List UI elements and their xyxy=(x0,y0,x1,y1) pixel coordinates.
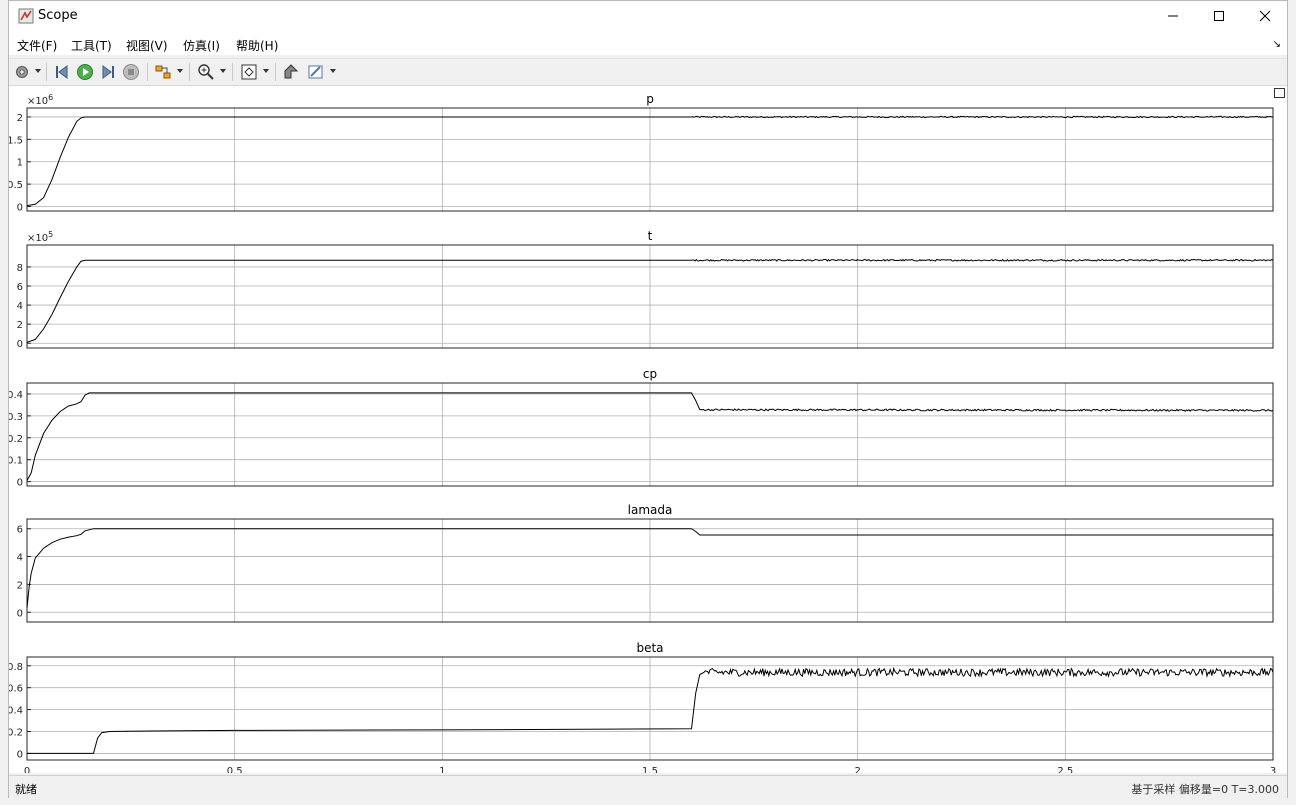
y-tick-label: 0.8 xyxy=(9,662,23,673)
y-tick-label: 1.5 xyxy=(9,135,23,146)
menu-help[interactable]: 帮助(H) xyxy=(236,37,278,54)
y-tick-label: 0 xyxy=(17,608,23,619)
x-tick-label: 0.5 xyxy=(227,766,243,773)
scope-axes-svg: p 0 0.5 1 1.5 2 ×106 t 0 2 4 6 8 ×105 cp 0 0.1 0.2 0.3 0.4 l… xyxy=(7,92,1276,777)
close-icon xyxy=(1259,10,1271,22)
y-tick-label: 0.1 xyxy=(9,456,23,467)
expand-toolstrip-icon[interactable]: ↘ xyxy=(1273,39,1281,50)
autoscale-icon[interactable] xyxy=(240,63,258,81)
zoom-icon[interactable] xyxy=(197,63,215,81)
menu-bar: 文件(F) 工具(T) 视图(V) 仿真(I) 帮助(H) ↘ xyxy=(9,33,1287,55)
y-tick-label: 0.2 xyxy=(9,434,23,445)
y-exponent-label: ×106 xyxy=(27,93,53,107)
subplot-title: t xyxy=(648,229,653,243)
close-button[interactable] xyxy=(1242,1,1288,31)
undock-icon[interactable] xyxy=(1274,88,1285,98)
y-tick-label: 0.2 xyxy=(9,728,23,739)
x-tick-label: 1 xyxy=(439,766,445,773)
stop-icon[interactable] xyxy=(122,63,140,81)
y-tick-label: 0.4 xyxy=(9,706,23,717)
style-dropdown-arrow[interactable] xyxy=(330,69,336,73)
subplot-title: p xyxy=(646,92,654,106)
y-tick-label: 8 xyxy=(17,263,23,274)
toolbar-separator xyxy=(46,63,47,81)
matlab-scope-icon xyxy=(18,8,34,24)
toolbar xyxy=(9,58,1287,86)
status-ready-text: 就绪 xyxy=(15,783,37,796)
y-tick-label: 2 xyxy=(17,580,23,591)
y-tick-label: 0 xyxy=(17,749,23,760)
y-tick-label: 6 xyxy=(17,282,23,293)
minimize-icon xyxy=(1168,15,1178,17)
x-tick-label: 3 xyxy=(1270,766,1276,773)
subplot-title: cp xyxy=(643,367,657,381)
y-tick-label: 0.5 xyxy=(9,180,23,191)
status-sample-info: 基于采样 偏移量=0 T=3.000 xyxy=(1131,783,1279,796)
toolbar-separator xyxy=(275,63,276,81)
y-tick-label: 6 xyxy=(17,525,23,536)
y-tick-label: 1 xyxy=(17,158,23,169)
y-tick-label: 0 xyxy=(17,203,23,214)
title-bar: Scope xyxy=(9,1,1287,33)
style-icon[interactable] xyxy=(307,63,325,81)
x-tick-label: 2.5 xyxy=(1057,766,1073,773)
toolbar-separator xyxy=(189,63,190,81)
subplot-title: lamada xyxy=(628,503,673,517)
signal-selector-icon[interactable] xyxy=(154,63,172,81)
window-title: Scope xyxy=(38,8,78,23)
maximize-button[interactable] xyxy=(1196,1,1242,31)
x-tick-label: 2 xyxy=(854,766,860,773)
highlight-icon[interactable] xyxy=(282,63,300,81)
y-tick-label: 0.4 xyxy=(9,390,23,401)
zoom-dropdown-arrow[interactable] xyxy=(220,69,226,73)
y-tick-label: 2 xyxy=(17,113,23,124)
y-tick-label: 4 xyxy=(17,301,23,312)
menu-view[interactable]: 视图(V) xyxy=(126,37,168,54)
step-back-icon[interactable] xyxy=(53,63,71,81)
menu-simulation[interactable]: 仿真(I) xyxy=(183,37,220,54)
subplot-title: beta xyxy=(636,641,663,655)
autoscale-dropdown-arrow[interactable] xyxy=(263,69,269,73)
scope-plot-area[interactable]: p 0 0.5 1 1.5 2 ×106 t 0 2 4 6 8 ×105 cp 0 0.1 0.2 0.3 0.4 l… xyxy=(7,86,1287,777)
settings-dropdown-arrow[interactable] xyxy=(35,69,41,73)
minimize-button[interactable] xyxy=(1150,1,1196,31)
y-exponent-label: ×105 xyxy=(27,230,53,244)
y-tick-label: 4 xyxy=(17,553,23,564)
y-tick-label: 2 xyxy=(17,320,23,331)
maximize-icon xyxy=(1214,11,1224,21)
x-tick-label: 0 xyxy=(24,766,30,773)
y-tick-label: 0 xyxy=(17,339,23,350)
menu-tools[interactable]: 工具(T) xyxy=(71,37,112,54)
scope-window: Scope 文件(F) 工具(T) 视图(V) 仿真(I) 帮助(H) ↘ p … xyxy=(7,0,1288,799)
y-tick-label: 0.6 xyxy=(9,684,23,695)
status-bar: 就绪 基于采样 偏移量=0 T=3.000 xyxy=(9,775,1287,799)
y-tick-label: 0 xyxy=(17,478,23,489)
run-icon[interactable] xyxy=(76,63,94,81)
step-forward-icon[interactable] xyxy=(99,63,117,81)
x-tick-label: 1.5 xyxy=(642,766,658,773)
gear-icon[interactable] xyxy=(13,63,31,81)
toolbar-separator xyxy=(232,63,233,81)
y-tick-label: 0.3 xyxy=(9,412,23,423)
menu-file[interactable]: 文件(F) xyxy=(17,37,57,54)
toolbar-separator xyxy=(147,63,148,81)
signal-dropdown-arrow[interactable] xyxy=(177,69,183,73)
